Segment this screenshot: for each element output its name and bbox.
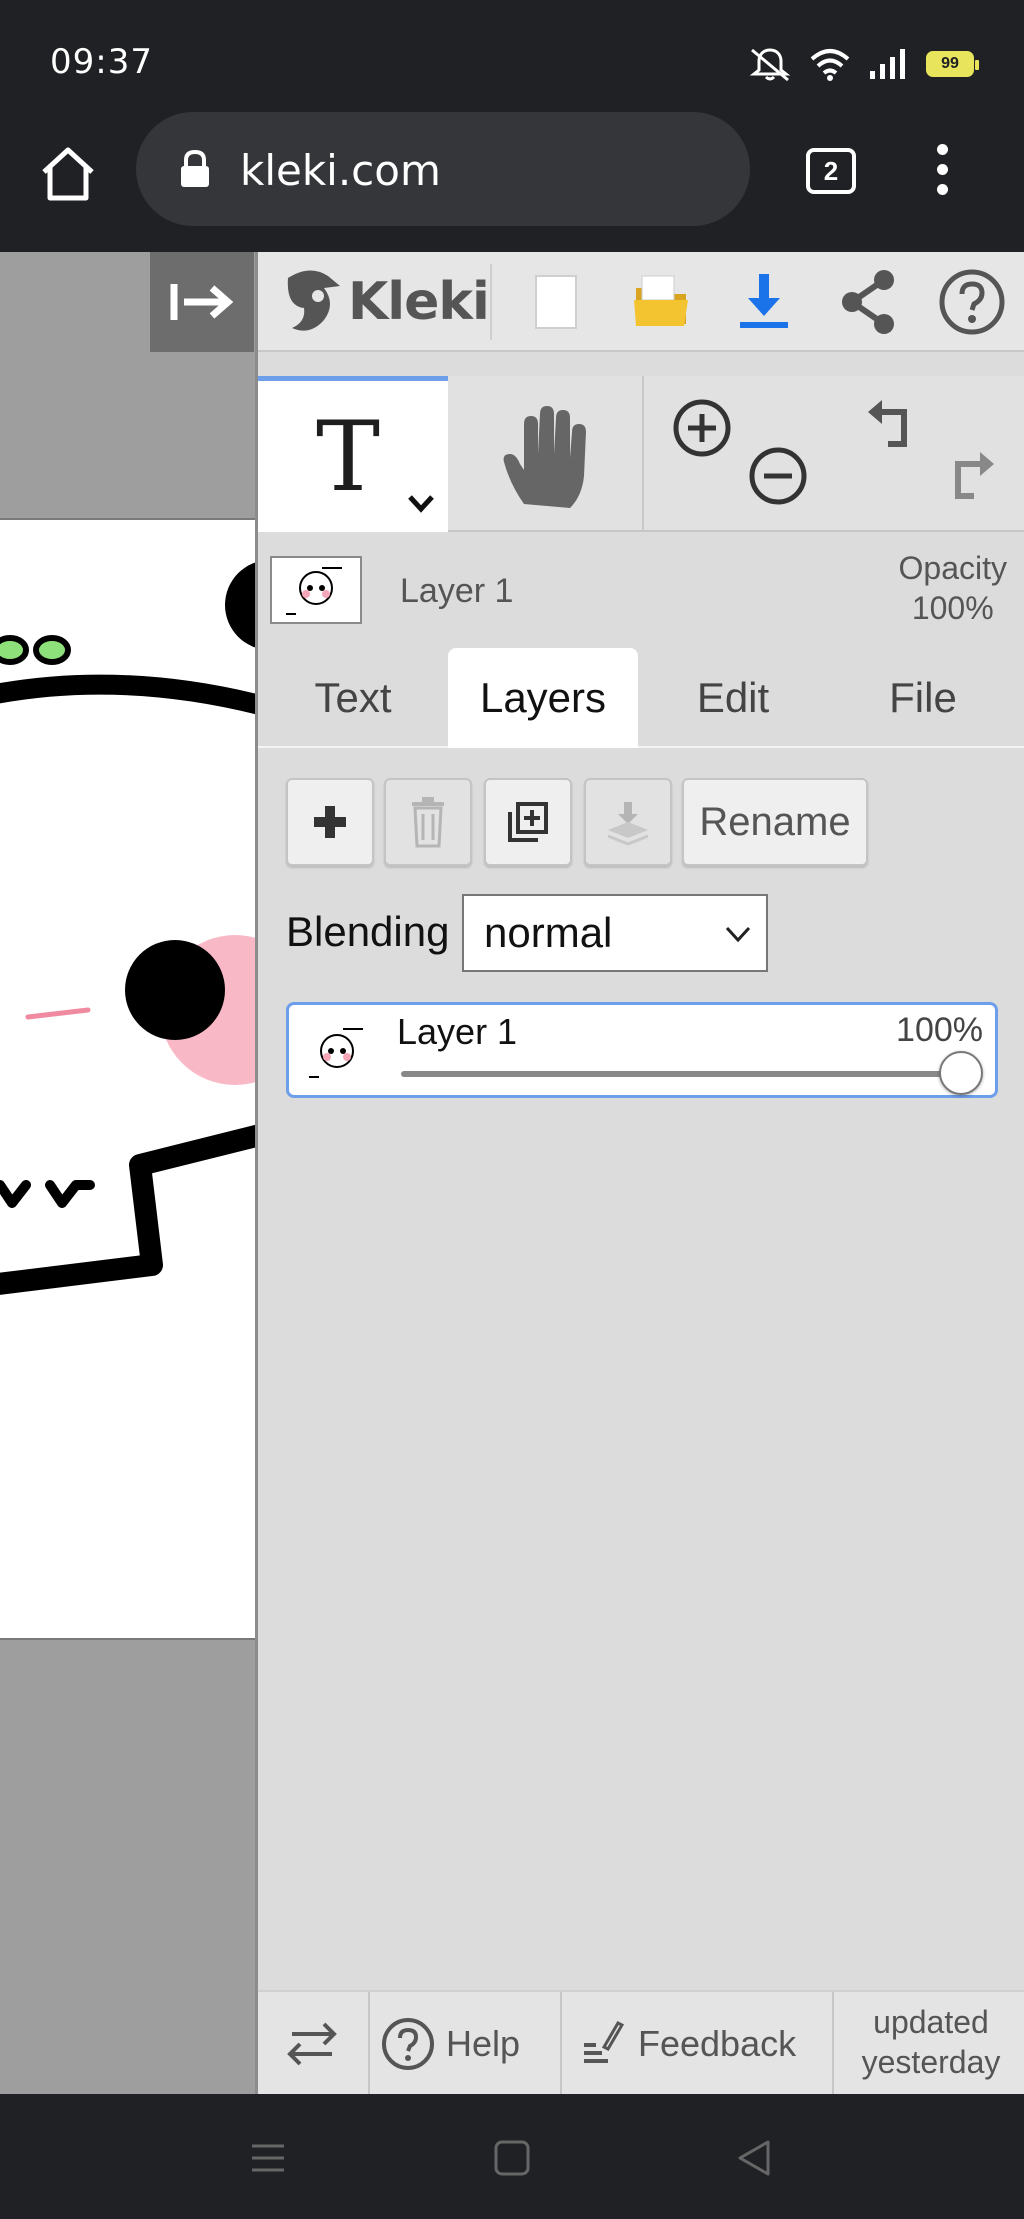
- kleki-logo-icon: [287, 270, 340, 331]
- help-button[interactable]: Help: [380, 2016, 520, 2072]
- recents-icon[interactable]: [248, 2138, 288, 2178]
- lock-icon: [181, 149, 209, 187]
- share-icon[interactable]: [832, 266, 904, 338]
- opacity-readout: Opacity 100%: [899, 548, 1007, 628]
- opacity-label: Opacity: [898, 550, 1007, 586]
- redo-icon[interactable]: [938, 446, 1002, 510]
- download-icon[interactable]: [728, 266, 800, 338]
- url-text: kleki.com: [240, 146, 441, 195]
- tab-edit[interactable]: Edit: [638, 648, 828, 748]
- slider-handle[interactable]: [939, 1051, 983, 1095]
- zoom-out-icon[interactable]: [746, 444, 810, 508]
- home-icon[interactable]: [36, 142, 100, 206]
- home-nav-icon[interactable]: [492, 2138, 532, 2178]
- status-bar: 09:37 99: [0, 0, 1024, 112]
- canvas-drawing: [0, 562, 255, 1295]
- feedback-label: Feedback: [638, 2023, 797, 2064]
- tool-row: T: [258, 376, 1024, 532]
- battery-icon: 99: [926, 51, 979, 77]
- canvas-area[interactable]: [0, 252, 255, 2094]
- address-bar[interactable]: kleki.com: [136, 112, 750, 226]
- layer-opacity-slider[interactable]: [401, 1071, 967, 1077]
- status-icons: 99: [748, 44, 979, 84]
- divider: [642, 376, 644, 532]
- app-topbar: Kleki: [258, 252, 1024, 352]
- updated-line-1: updated: [873, 2004, 989, 2040]
- blending-label: Blending: [286, 908, 450, 955]
- system-nav-bar: [0, 2094, 1024, 2219]
- plus-icon: [314, 806, 346, 838]
- feedback-icon: [584, 2021, 624, 2063]
- duplicate-layer-button[interactable]: [484, 778, 572, 866]
- text-tool-button[interactable]: T: [258, 376, 448, 532]
- layer-list-item[interactable]: Layer 1 100%: [286, 1002, 998, 1098]
- drawing-canvas[interactable]: [0, 518, 255, 1640]
- tab-file[interactable]: File: [828, 648, 1018, 748]
- swap-sides-icon[interactable]: [284, 2018, 340, 2070]
- layer-thumbnail: [301, 1017, 377, 1085]
- wifi-icon: [810, 49, 850, 81]
- layer-thumbnail: [270, 556, 362, 624]
- current-layer-info[interactable]: Layer 1 Opacity 100%: [258, 532, 1024, 662]
- hand-tool-icon[interactable]: [494, 404, 594, 514]
- feedback-button[interactable]: Feedback: [580, 2016, 796, 2072]
- layer-thumbnail-image: [286, 567, 342, 615]
- merge-down-icon: [607, 802, 649, 846]
- panel-tabs: Text Layers Edit File: [258, 648, 1024, 748]
- help-label: Help: [446, 2023, 521, 2064]
- current-layer-name: Layer 1: [400, 572, 514, 610]
- divider: [560, 1992, 562, 2096]
- back-icon[interactable]: [734, 2138, 774, 2178]
- browser-menu-icon[interactable]: [930, 144, 954, 204]
- divider: [832, 1992, 834, 2096]
- chevron-down-icon: [725, 926, 751, 943]
- status-time: 09:37: [50, 42, 153, 82]
- tab-text[interactable]: Text: [258, 648, 448, 748]
- rename-layer-button[interactable]: Rename: [682, 778, 868, 866]
- delete-layer-button[interactable]: [384, 778, 472, 866]
- trash-icon: [412, 797, 444, 848]
- tab-switcher-button[interactable]: 2: [806, 148, 856, 194]
- new-image-icon[interactable]: [520, 266, 592, 338]
- opacity-value: 100%: [911, 590, 994, 626]
- chevron-down-icon[interactable]: [406, 491, 436, 515]
- kleki-logo[interactable]: Kleki: [280, 266, 490, 338]
- updated-line-2: yesterday: [861, 2044, 1001, 2080]
- divider: [490, 264, 492, 340]
- layer-opacity-value: 100%: [896, 1011, 983, 1049]
- tab-layers[interactable]: Layers: [448, 648, 638, 748]
- add-layer-button[interactable]: [286, 778, 374, 866]
- update-status[interactable]: updated yesterday: [836, 2002, 1024, 2082]
- blending-mode-select[interactable]: normal: [462, 894, 768, 972]
- mute-icon: [749, 48, 791, 82]
- layer-name: Layer 1: [397, 1011, 518, 1052]
- signal-icon: [870, 49, 905, 79]
- collapse-panel-button[interactable]: [150, 252, 254, 352]
- duplicate-icon: [508, 802, 548, 842]
- merge-down-button[interactable]: [584, 778, 672, 866]
- divider: [368, 1992, 370, 2096]
- open-folder-icon[interactable]: [626, 266, 698, 338]
- help-icon: [382, 2018, 434, 2070]
- browser-bar: kleki.com 2: [0, 112, 1024, 252]
- undo-icon[interactable]: [860, 394, 924, 458]
- blending-row: Blending normal: [286, 894, 806, 974]
- logo-text: Kleki: [348, 272, 490, 332]
- help-icon[interactable]: [936, 266, 1008, 338]
- collapse-panel-icon: [170, 284, 234, 320]
- text-tool-icon: T: [316, 401, 381, 513]
- blending-mode-value: normal: [484, 909, 613, 956]
- side-panel: Kleki T Layer 1 Opacity 100% Text Layers…: [255, 252, 1024, 2096]
- panel-bottom-bar: Help Feedback updated yesterday: [258, 1990, 1024, 2096]
- zoom-in-icon[interactable]: [670, 396, 734, 460]
- layer-thumbnail-image: [309, 1028, 363, 1078]
